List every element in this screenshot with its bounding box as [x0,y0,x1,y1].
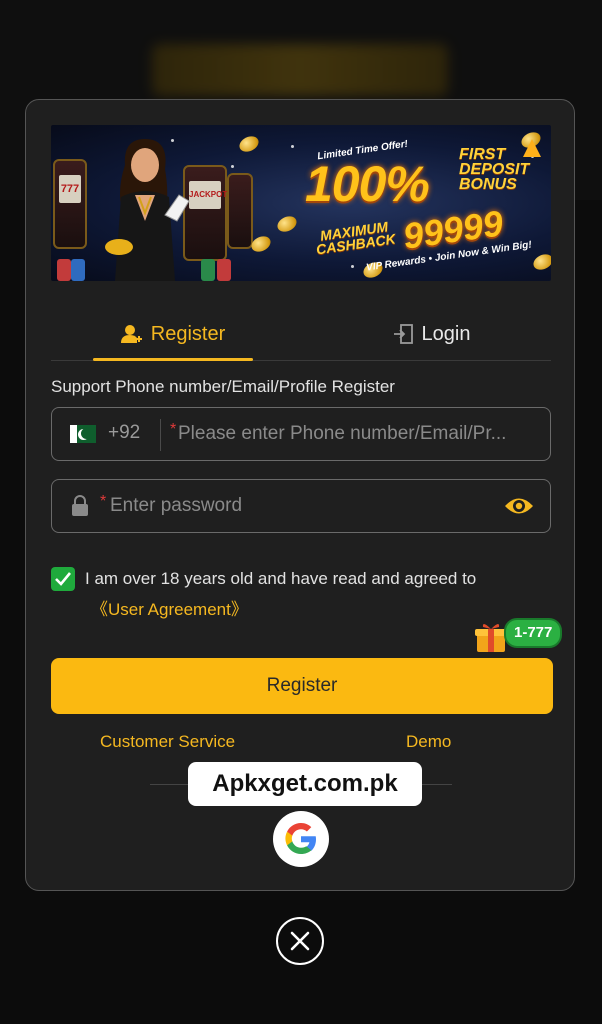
promo-text-block: Limited Time Offer! 100% FIRST DEPOSIT B… [299,133,549,281]
google-login-button[interactable] [273,811,329,867]
user-add-icon [120,325,142,343]
gift-icon[interactable] [474,620,508,654]
register-modal: 777 JACKPOT Limited Time Offer! 100% FIR… [25,99,575,891]
login-door-icon [393,324,413,344]
required-mark: * [170,421,177,438]
password-input[interactable] [110,480,500,531]
bonus-badge[interactable]: 1-777 [504,618,563,648]
tab-login[interactable]: Login [351,308,511,360]
close-modal-button[interactable] [276,917,324,965]
tab-register-label: Register [150,322,226,345]
agreement-text: I am over 18 years old and have read and… [85,569,477,588]
promo-banner[interactable]: 777 JACKPOT Limited Time Offer! 100% FIR… [51,125,551,281]
poker-chips [201,259,215,281]
auth-tabs: Register Login [51,308,551,361]
field-divider [160,419,161,451]
slot-machine [227,173,253,249]
eye-icon[interactable] [504,493,534,519]
password-field: * [51,479,551,533]
slot-reel-text: 777 [59,175,81,203]
checkmark-icon [55,572,71,586]
agree-checkbox[interactable] [51,567,75,591]
promo-first-deposit: FIRST DEPOSIT BONUS [459,146,530,193]
register-hint-text: Support Phone number/Email/Profile Regis… [51,377,395,396]
required-mark: * [100,493,107,510]
poker-chips [71,259,85,281]
pakistan-flag-icon[interactable] [70,425,96,443]
country-code[interactable]: +92 [108,422,140,444]
promo-percent: 100% [305,156,430,212]
google-icon [285,823,316,854]
close-icon [290,931,310,951]
customer-service-link[interactable]: Customer Service [100,732,235,752]
active-tab-indicator [93,358,253,361]
phone-email-field: +92 * [51,407,551,461]
poker-chips [217,259,231,281]
slot-machine: 777 [53,159,87,249]
user-agreement-link[interactable]: 《User Agreement》 [91,595,248,620]
lock-icon [72,495,88,516]
watermark-label: Apkxget.com.pk [188,762,422,806]
tab-login-label: Login [421,322,471,345]
register-button[interactable]: Register [51,658,553,714]
tab-register[interactable]: Register [93,308,253,360]
poker-chips [57,259,71,281]
slot-jackpot-text: JACKPOT [189,181,227,209]
promo-max-cashback: MAXIMUM CASHBACK [315,218,397,258]
demo-link[interactable]: Demo [406,732,451,752]
casino-hostess-illustration [105,139,190,281]
phone-email-input[interactable] [178,408,538,459]
